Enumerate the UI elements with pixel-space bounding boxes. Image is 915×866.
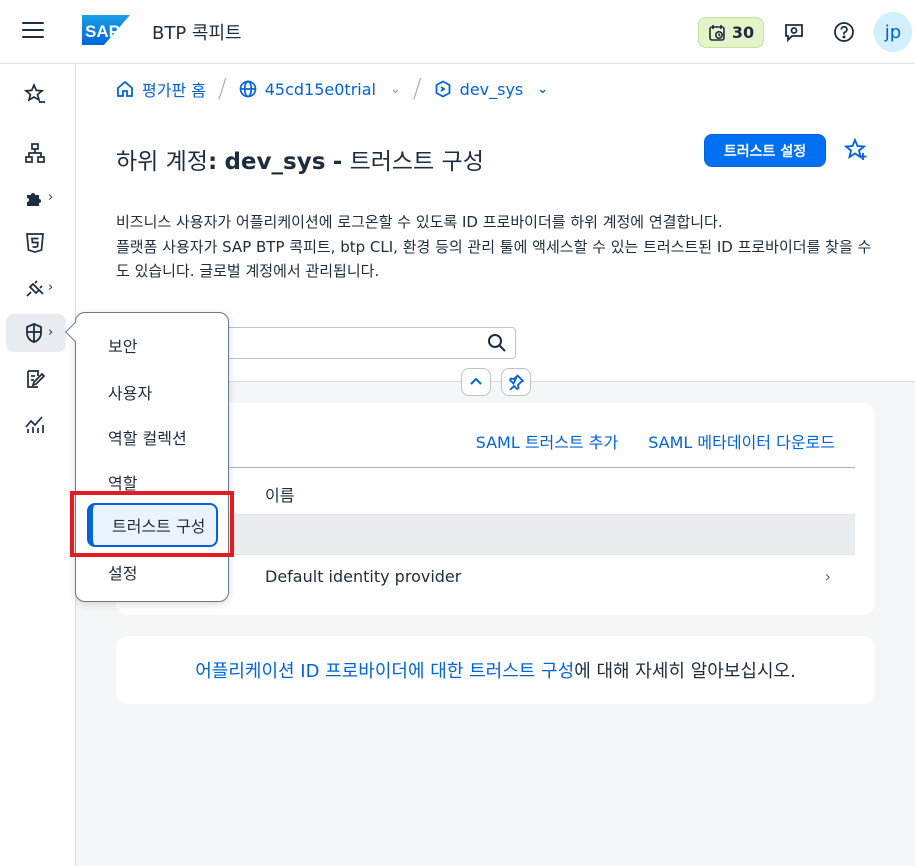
table-row[interactable]: Default identity provider ›	[156, 555, 855, 600]
nav-connectivity[interactable]: ›	[6, 269, 66, 307]
star-add-icon	[843, 137, 867, 160]
breadcrumb-subaccount[interactable]: dev_sys ⌄	[434, 80, 548, 99]
svg-text:SAP: SAP	[85, 22, 120, 41]
download-saml-metadata-link[interactable]: SAML 메타데이터 다운로드	[648, 429, 835, 453]
table-toolbar: SAML 트러스트 추가 SAML 메타데이터 다운로드	[476, 429, 835, 453]
product-name: BTP 콕피트	[152, 23, 242, 44]
nav-favorites[interactable]	[6, 75, 66, 113]
nav-security[interactable]: ›	[6, 314, 66, 352]
shell-bar: SAP BTP 콕피트 30 jp	[0, 0, 915, 64]
breadcrumb-separator: /	[217, 74, 227, 104]
column-header-name[interactable]: 이름	[265, 482, 294, 506]
menu-icon[interactable]	[22, 22, 44, 40]
chevron-right-icon[interactable]: ›	[825, 567, 831, 586]
subaccount-icon	[435, 80, 451, 98]
globe-icon	[239, 80, 257, 98]
nav-html5[interactable]	[6, 224, 66, 262]
home-icon	[117, 80, 133, 97]
sap-logo[interactable]: SAP	[82, 15, 130, 45]
table-cell-name: Default identity provider	[265, 567, 462, 586]
help-button[interactable]	[830, 18, 858, 46]
help-icon	[834, 22, 854, 42]
trial-days-badge[interactable]: 30	[698, 17, 764, 48]
search-input[interactable]	[216, 327, 516, 359]
table-header-divider	[156, 467, 855, 468]
chevron-right-icon: ›	[48, 280, 54, 295]
breadcrumb-global-account[interactable]: 45cd15e0trial ⌄	[239, 80, 401, 99]
submenu-item-settings[interactable]: 설정	[108, 560, 137, 584]
add-saml-trust-link[interactable]: SAML 트러스트 추가	[476, 429, 619, 453]
chevron-right-icon: ›	[48, 325, 54, 340]
puzzle-icon	[27, 193, 41, 206]
collapse-header-button[interactable]	[461, 368, 491, 396]
feedback-button[interactable]	[780, 18, 808, 46]
page-title: 하위 계정: dev_sys - 트러스트 구성	[116, 149, 484, 175]
submenu-item-role-collections[interactable]: 역할 컬렉션	[108, 425, 187, 449]
breadcrumb: 평가판 홈 / 45cd15e0trial ⌄ / dev_sys ⌄	[116, 74, 548, 104]
learn-more-link[interactable]: 어플리케이션 ID 프로바이더에 대한 트러스트 구성	[195, 657, 574, 683]
calendar-clock-icon	[709, 24, 725, 41]
search-icon[interactable]	[487, 333, 507, 353]
line-chart-icon	[25, 416, 44, 433]
trust-setup-button[interactable]: 트러스트 설정	[704, 134, 826, 167]
table-group-row	[156, 514, 855, 555]
annotation-highlight-box	[70, 491, 234, 557]
page-description: 비즈니스 사용자가 어플리케이션에 로그온할 수 있도록 ID 프로바이더를 하…	[116, 213, 872, 280]
chevron-up-icon	[470, 377, 482, 385]
star-list-icon	[24, 83, 45, 103]
nav-account-explorer[interactable]	[6, 134, 66, 172]
plug-icon	[26, 280, 44, 297]
learn-more-suffix: 에 대해 자세히 알아보십시오.	[574, 661, 796, 682]
nav-usage[interactable]	[6, 405, 66, 443]
add-favorite-button[interactable]	[843, 137, 868, 166]
breadcrumb-home[interactable]: 평가판 홈	[116, 77, 206, 101]
submenu-item-security[interactable]: 보안	[108, 333, 137, 357]
breadcrumb-separator: /	[412, 74, 422, 104]
submenu-item-users[interactable]: 사용자	[108, 380, 152, 404]
trial-days: 30	[731, 23, 755, 42]
learn-more-card: 어플리케이션 ID 프로바이더에 대한 트러스트 구성 에 대해 자세히 알아보십…	[116, 636, 875, 704]
chevron-down-icon[interactable]: ⌄	[390, 82, 401, 97]
chevron-right-icon: ›	[48, 190, 54, 205]
security-submenu: 보안 사용자 역할 컬렉션 역할 트러스트 구성 설정	[65, 312, 229, 602]
side-navigation: › › ›	[0, 64, 76, 866]
nav-services[interactable]: ›	[6, 179, 66, 217]
user-avatar[interactable]: jp	[874, 12, 912, 52]
feedback-icon	[785, 24, 803, 43]
nav-entitlements[interactable]	[6, 360, 66, 398]
shield-icon	[26, 323, 42, 343]
edit-document-icon	[27, 370, 46, 388]
html5-icon	[26, 233, 44, 253]
chevron-down-icon[interactable]: ⌄	[537, 82, 548, 97]
pin-header-button[interactable]	[501, 368, 531, 396]
pin-icon	[508, 374, 524, 390]
hierarchy-icon	[25, 143, 45, 163]
